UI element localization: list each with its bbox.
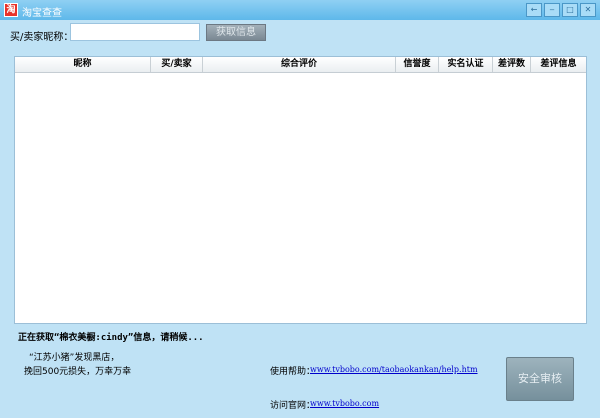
column-header-credit[interactable]: 信誉度 (396, 57, 439, 72)
back-icon[interactable]: ← (526, 3, 542, 17)
column-header-negative-info[interactable]: 差评信息 (531, 57, 586, 72)
column-header-overall-review[interactable]: 综合评价 (203, 57, 396, 72)
notice-line-2: 挽回500元损失，万幸万幸 (24, 367, 132, 377)
help-link[interactable]: www.tvbobo.com/taobaokankan/help.htm (310, 365, 478, 374)
column-header-negative-count[interactable]: 差评数 (493, 57, 531, 72)
help-label: 使用帮助： (270, 367, 316, 377)
column-header-verification[interactable]: 实名认证 (439, 57, 493, 72)
app-logo-icon: 淘 (4, 3, 18, 17)
title-bar[interactable]: 淘 淘宝查查 ← ‒ □ ✕ (0, 0, 600, 20)
minimize-icon[interactable]: ‒ (544, 3, 560, 17)
site-label: 访问官网： (270, 401, 316, 411)
nickname-label: 买/卖家昵称： (10, 32, 74, 43)
window-controls: ← ‒ □ ✕ (526, 3, 596, 17)
security-review-button[interactable]: 安全审核 (506, 357, 574, 401)
maximize-icon[interactable]: □ (562, 3, 578, 17)
column-header-nickname[interactable]: 昵称 (15, 57, 151, 72)
close-icon[interactable]: ✕ (580, 3, 596, 17)
fetch-info-button[interactable]: 获取信息 (206, 24, 266, 41)
results-table[interactable]: 昵称 买/卖家 综合评价 信誉度 实名认证 差评数 差评信息 (14, 56, 587, 324)
column-header-role[interactable]: 买/卖家 (151, 57, 203, 72)
app-window: 淘 淘宝查查 ← ‒ □ ✕ 买/卖家昵称： 获取信息 昵称 买/卖家 综合评价… (0, 0, 600, 418)
status-text: 正在获取“棉衣美橱:cindy”信息，请稍候... (18, 333, 204, 343)
window-title: 淘宝查查 (22, 8, 62, 19)
nickname-input[interactable] (70, 23, 200, 41)
official-site-link[interactable]: www.tvbobo.com (310, 399, 379, 408)
notice-line-1: “江苏小猪”发现黑店， (29, 353, 120, 363)
table-header: 昵称 买/卖家 综合评价 信誉度 实名认证 差评数 差评信息 (15, 57, 586, 73)
notice-text: “江苏小猪”发现黑店， 挽回500元损失，万幸万幸 (24, 351, 131, 379)
